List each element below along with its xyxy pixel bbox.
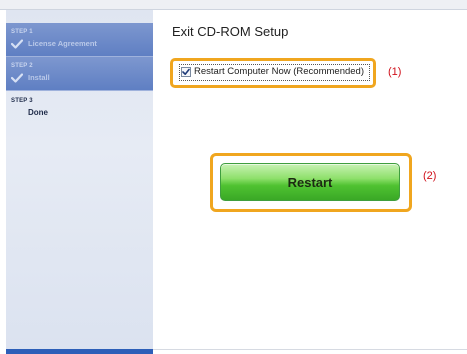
- step-label: Done: [28, 108, 48, 117]
- top-bar: [0, 0, 467, 9]
- sidebar-step-install: STEP 2 Install: [6, 57, 153, 91]
- restart-button[interactable]: Restart: [220, 163, 400, 201]
- step-label: Install: [28, 73, 50, 82]
- restart-now-checkbox-label[interactable]: Restart Computer Now (Recommended): [194, 66, 364, 77]
- step-number: STEP 1: [11, 29, 33, 35]
- bottom-divider: [153, 349, 467, 350]
- sidebar-bottom-bar: [6, 349, 153, 354]
- step-number: STEP 2: [11, 63, 33, 69]
- step-label: License Agreement: [28, 39, 97, 48]
- checkmark-icon: [182, 68, 190, 75]
- callout-1: (1): [388, 66, 402, 78]
- step-sidebar: STEP 1 License Agreement STEP 2 Install …: [6, 10, 153, 354]
- restart-now-checkbox[interactable]: [181, 67, 191, 77]
- check-icon: [11, 73, 23, 83]
- page-title: Exit CD-ROM Setup: [172, 24, 289, 39]
- check-icon: [11, 39, 23, 49]
- callout-2: (2): [423, 170, 437, 182]
- sidebar-step-license-agreement: STEP 1 License Agreement: [6, 23, 153, 57]
- sidebar-step-done: STEP 3 Done: [6, 91, 153, 125]
- step-number: STEP 3: [11, 98, 33, 104]
